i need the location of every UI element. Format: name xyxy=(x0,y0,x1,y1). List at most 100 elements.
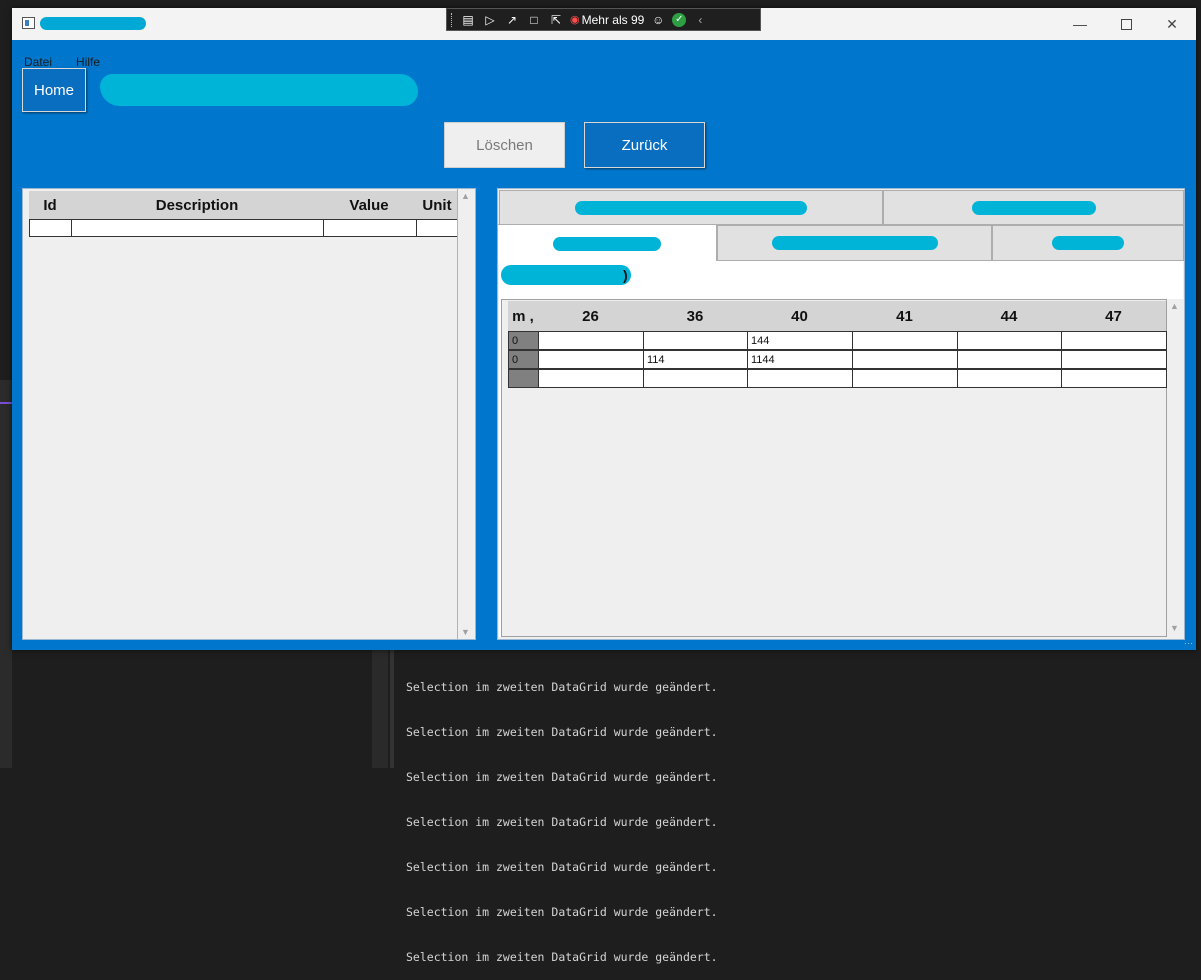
display-layout-adorners-icon[interactable]: □ xyxy=(526,13,542,27)
table-cell[interactable] xyxy=(539,332,644,349)
row-header-cell[interactable] xyxy=(509,370,539,387)
live-visual-tree-icon[interactable]: ▤ xyxy=(460,13,476,27)
scroll-up-icon[interactable]: ▲ xyxy=(461,191,470,201)
console-line: Selection im zweiten DataGrid wurde geän… xyxy=(406,770,718,784)
console-gutter-divider xyxy=(390,648,394,768)
values-datagrid[interactable]: m , 26 36 40 41 44 47 0 144 0 114 1144 xyxy=(501,299,1168,637)
tab-bottom-1-active[interactable] xyxy=(497,224,717,262)
table-cell[interactable] xyxy=(644,332,748,349)
column-header-44[interactable]: 44 xyxy=(957,301,1061,331)
hot-reload-status-icon[interactable]: ✓ xyxy=(672,12,687,27)
column-header-41[interactable]: 41 xyxy=(852,301,957,331)
table-cell[interactable] xyxy=(1062,351,1167,368)
scroll-down-icon[interactable]: ▼ xyxy=(1170,623,1179,633)
console-line: Selection im zweiten DataGrid wurde geän… xyxy=(406,725,718,739)
close-icon: ✕ xyxy=(1166,15,1178,32)
redacted-tab-label xyxy=(553,236,661,251)
table-cell[interactable] xyxy=(324,220,417,236)
console-line: Selection im zweiten DataGrid wurde geän… xyxy=(406,815,718,829)
console-line: Selection im zweiten DataGrid wurde geän… xyxy=(406,905,718,919)
tab-top-1[interactable] xyxy=(499,190,883,225)
table-cell[interactable] xyxy=(853,332,958,349)
select-element-icon[interactable]: ↗ xyxy=(504,13,520,27)
maximize-button[interactable] xyxy=(1104,12,1148,36)
column-header-47[interactable]: 47 xyxy=(1061,301,1166,331)
right-tab-control: ) m , 26 36 40 41 44 47 0 144 0 114 1144… xyxy=(497,188,1185,640)
row-header-cell[interactable]: 0 xyxy=(509,351,539,368)
table-cell[interactable]: 1144 xyxy=(748,351,853,368)
left-grid-scrollbar[interactable]: ▲ ▼ xyxy=(457,189,474,639)
table-cell[interactable]: 144 xyxy=(748,332,853,349)
maximize-icon xyxy=(1120,18,1132,30)
tab-top-2[interactable] xyxy=(883,190,1184,225)
section-label-suffix: ) xyxy=(623,267,628,283)
redacted-tab-label xyxy=(1052,236,1124,250)
table-cell[interactable]: 114 xyxy=(644,351,748,368)
redacted-tab-label xyxy=(771,236,938,250)
record-icon: ◉ xyxy=(570,14,580,26)
redacted-tab-label xyxy=(971,200,1096,215)
redacted-tab-label xyxy=(575,200,807,215)
table-row[interactable] xyxy=(29,219,459,237)
tab-bottom-2[interactable] xyxy=(717,225,992,261)
table-cell[interactable] xyxy=(30,220,72,236)
app-icon xyxy=(22,17,35,29)
tab-content: ) m , 26 36 40 41 44 47 0 144 0 114 1144… xyxy=(499,261,1184,637)
column-header-36[interactable]: 36 xyxy=(643,301,747,331)
table-row-new[interactable] xyxy=(508,369,1168,388)
back-button[interactable]: Zurück xyxy=(584,122,705,168)
table-cell[interactable] xyxy=(958,370,1062,387)
left-datagrid[interactable]: Id Description Value Unit ▲ ▼ xyxy=(22,188,476,640)
scroll-up-icon[interactable]: ▲ xyxy=(1170,301,1179,311)
table-cell[interactable] xyxy=(539,370,644,387)
accessibility-icon[interactable]: ☺ xyxy=(650,13,666,27)
toolbar-grip[interactable] xyxy=(451,12,454,27)
binding-failures-indicator[interactable]: ◉ Mehr als 99 xyxy=(570,13,644,27)
column-header-m[interactable]: m , xyxy=(508,301,538,331)
delete-button[interactable]: Löschen xyxy=(444,122,565,168)
values-grid-header: m , 26 36 40 41 44 47 xyxy=(508,301,1166,331)
ide-background-panel xyxy=(0,380,12,768)
menu-help[interactable]: Hilfe xyxy=(76,55,100,69)
table-row[interactable]: 0 114 1144 xyxy=(508,350,1168,369)
console-line: Selection im zweiten DataGrid wurde geän… xyxy=(406,680,718,694)
left-grid-header: Id Description Value Unit xyxy=(29,191,459,219)
row-header-cell[interactable]: 0 xyxy=(509,332,539,349)
console-line: Selection im zweiten DataGrid wurde geän… xyxy=(406,950,718,964)
table-cell[interactable] xyxy=(853,351,958,368)
table-cell[interactable] xyxy=(1062,332,1167,349)
camera-icon[interactable]: ▷ xyxy=(482,13,498,27)
console-line: Selection im zweiten DataGrid wurde geän… xyxy=(406,860,718,874)
column-header-26[interactable]: 26 xyxy=(538,301,643,331)
scroll-down-icon[interactable]: ▼ xyxy=(461,627,470,637)
redacted-window-title xyxy=(40,17,146,30)
resize-grip-icon[interactable]: ⋯ xyxy=(1184,638,1194,648)
table-cell[interactable] xyxy=(748,370,853,387)
column-header-id[interactable]: Id xyxy=(29,191,71,219)
collapse-toolbar-icon[interactable]: ‹ xyxy=(692,13,708,27)
values-grid-scrollbar[interactable]: ▲ ▼ xyxy=(1167,299,1184,637)
app-window: — ✕ Datei Hilfe Home Löschen Zurück Id D… xyxy=(12,8,1196,650)
table-cell[interactable] xyxy=(958,351,1062,368)
table-row[interactable]: 0 144 xyxy=(508,331,1168,350)
home-button[interactable]: Home xyxy=(22,68,86,112)
minimize-button[interactable]: — xyxy=(1058,12,1102,36)
tab-bottom-3[interactable] xyxy=(992,225,1184,261)
redacted-section-label xyxy=(501,265,631,285)
table-cell[interactable] xyxy=(644,370,748,387)
menu-file[interactable]: Datei xyxy=(24,55,52,69)
redacted-header-text xyxy=(100,74,418,106)
table-cell[interactable] xyxy=(1062,370,1167,387)
close-button[interactable]: ✕ xyxy=(1150,12,1194,36)
console-output-lines: Selection im zweiten DataGrid wurde geän… xyxy=(406,650,718,980)
column-header-description[interactable]: Description xyxy=(71,191,323,219)
table-cell[interactable] xyxy=(958,332,1062,349)
track-focus-icon[interactable]: ⇱ xyxy=(548,13,564,27)
table-cell[interactable] xyxy=(72,220,324,236)
table-cell[interactable] xyxy=(417,220,458,236)
table-cell[interactable] xyxy=(853,370,958,387)
table-cell[interactable] xyxy=(539,351,644,368)
column-header-value[interactable]: Value xyxy=(323,191,415,219)
column-header-40[interactable]: 40 xyxy=(747,301,852,331)
column-header-unit[interactable]: Unit xyxy=(415,191,459,219)
